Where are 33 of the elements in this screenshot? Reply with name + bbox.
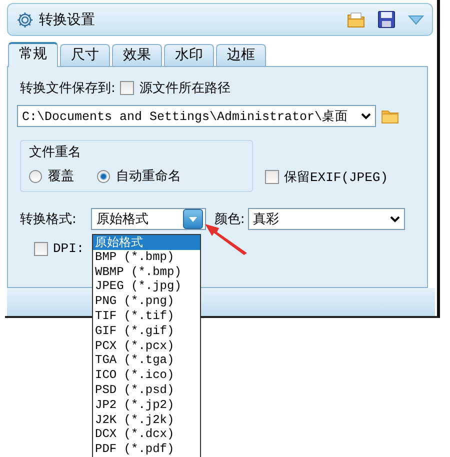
save-to-label: 转换文件保存到: bbox=[20, 80, 116, 97]
checkbox-label: 保留EXIF(JPEG) bbox=[284, 169, 388, 186]
format-option[interactable]: 原始格式 bbox=[93, 235, 200, 250]
tab[interactable]: 效果 bbox=[112, 44, 162, 66]
dpi-label: DPI: bbox=[53, 241, 84, 256]
format-option[interactable]: DCX (*.dcx) bbox=[93, 427, 200, 442]
tab[interactable]: 尺寸 bbox=[60, 44, 110, 66]
checkbox-label: 源文件所在路径 bbox=[139, 80, 230, 97]
path-combo[interactable]: C:\Documents and Settings\Administrator\桌面 bbox=[17, 105, 376, 127]
format-option[interactable]: TGA (*.tga) bbox=[93, 353, 200, 368]
format-label: 转换格式: bbox=[20, 211, 76, 228]
tab[interactable]: 常规 bbox=[8, 42, 58, 67]
format-option[interactable]: BMP (*.bmp) bbox=[93, 250, 200, 265]
radio-label: 自动重命名 bbox=[116, 168, 181, 185]
format-option[interactable]: GIF (*.gif) bbox=[93, 324, 200, 339]
format-option[interactable]: TIF (*.tif) bbox=[93, 308, 200, 324]
format-option[interactable]: J2K (*.j2k) bbox=[93, 412, 200, 428]
format-option[interactable]: ICO (*.ico) bbox=[93, 368, 200, 383]
format-option[interactable]: WBMP (*.bmp) bbox=[93, 264, 200, 280]
group-title: 文件重名 bbox=[29, 144, 82, 161]
tab[interactable]: 边框 bbox=[216, 44, 266, 66]
format-option[interactable]: PDF (*.pdf) bbox=[93, 442, 200, 457]
window-title: 转换设置 bbox=[39, 10, 96, 28]
radio-label: 覆盖 bbox=[48, 168, 74, 185]
format-combo[interactable]: 原始格式 bbox=[91, 208, 206, 230]
color-label: 颜色: bbox=[214, 211, 245, 228]
format-option[interactable]: JPEG (*.jpg) bbox=[93, 279, 200, 294]
format-option[interactable]: JP2 (*.jp2) bbox=[93, 398, 200, 413]
color-combo[interactable]: 真彩 bbox=[248, 208, 405, 230]
format-option[interactable]: PNG (*.png) bbox=[93, 294, 200, 309]
tab[interactable]: 水印 bbox=[164, 44, 214, 66]
format-option[interactable]: PSD (*.psd) bbox=[93, 382, 200, 398]
format-option[interactable]: PCX (*.pcx) bbox=[93, 338, 200, 354]
